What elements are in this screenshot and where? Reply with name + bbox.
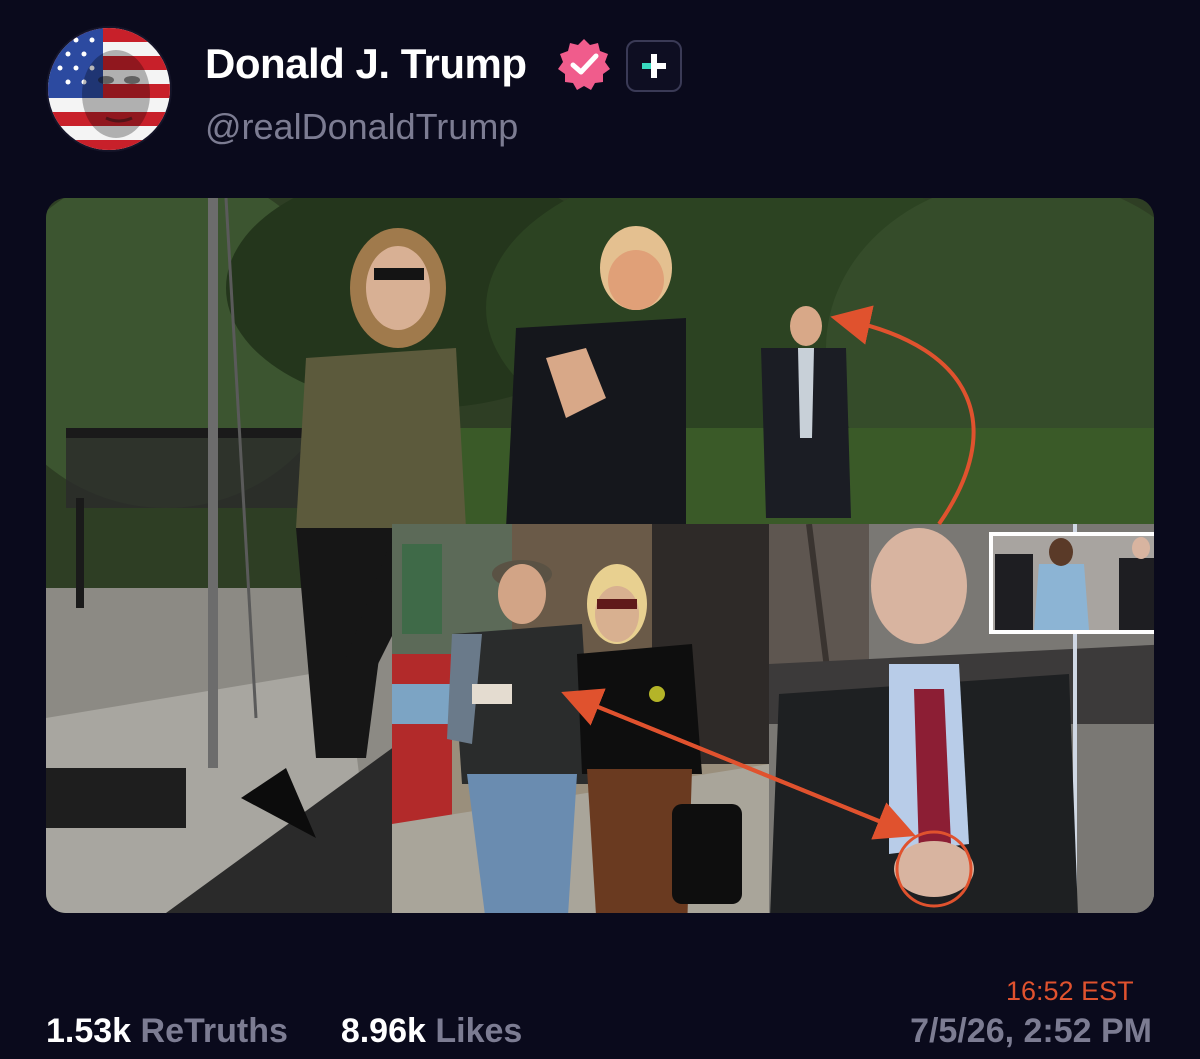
post-media-image[interactable]	[46, 198, 1154, 913]
inset-photo-left	[392, 524, 769, 913]
post-timestamp[interactable]: 7/5/26, 2:52 PM	[910, 1012, 1152, 1051]
likes-label: Likes	[435, 1012, 523, 1050]
overlay-time-label: 16:52 EST	[1006, 976, 1134, 1006]
verified-badge-icon	[556, 36, 612, 92]
retruths-label: ReTruths	[140, 1012, 288, 1050]
user-handle[interactable]: @realDonaldTrump	[205, 106, 518, 148]
truth-post: Donald J. Trump @realDonaldTrump 16:52 E…	[0, 0, 1200, 1059]
likes-count: 8.96k	[340, 1012, 426, 1050]
plus-badge-icon[interactable]	[626, 40, 682, 92]
post-stats: 1.53k ReTruths 8.96k Likes	[46, 1012, 522, 1051]
retruths-count: 1.53k	[46, 1012, 132, 1050]
likes-stat[interactable]: 8.96k Likes	[341, 1012, 523, 1050]
display-name[interactable]: Donald J. Trump	[205, 40, 527, 88]
inset-photo-right	[769, 524, 1154, 913]
avatar[interactable]	[46, 26, 172, 152]
retruths-stat[interactable]: 1.53k ReTruths	[46, 1012, 297, 1050]
